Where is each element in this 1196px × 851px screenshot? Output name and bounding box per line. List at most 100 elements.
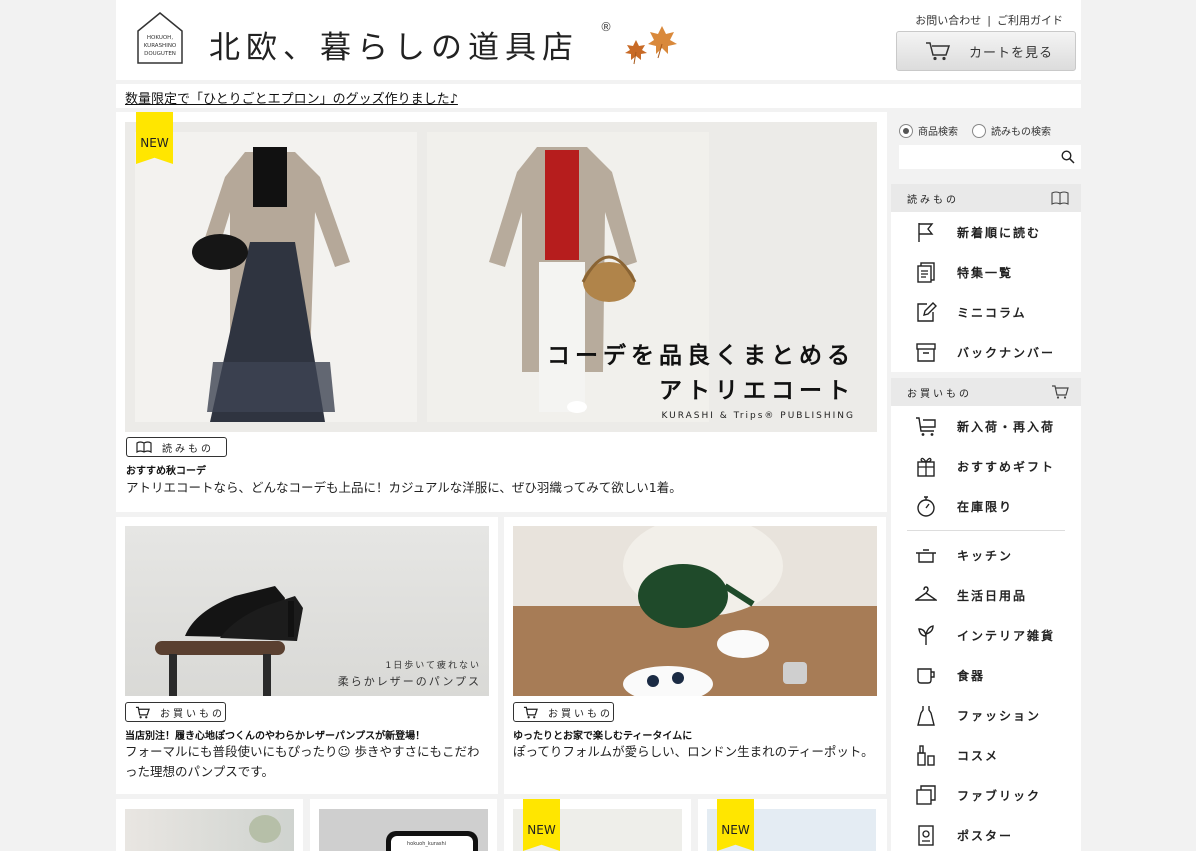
sidebar-item-latest[interactable]: 新着順に読む xyxy=(891,212,1081,252)
sidebar-item-limited-stock[interactable]: 在庫限り xyxy=(891,486,1081,526)
category-tag-shopping[interactable]: お買いもの xyxy=(125,702,226,722)
poster-icon xyxy=(918,825,934,846)
radio-label: 商品検索 xyxy=(918,127,958,138)
sidebar-item-poster[interactable]: ポスター xyxy=(891,815,1081,851)
page-frame: HOKUOH, KURASHINO DOUGUTEN 北欧、暮らしの道具店 ® … xyxy=(116,0,1081,851)
logo-text-1: HOKUOH, xyxy=(147,35,173,41)
sidebar-item-fashion[interactable]: ファッション xyxy=(891,695,1081,735)
guide-link[interactable]: ご利用ガイド xyxy=(997,14,1063,27)
feature-article-image[interactable]: コーデを品良くまとめる アトリエコート KURASHI & Trips® PUB… xyxy=(125,122,877,432)
search-type-articles[interactable]: 読みもの検索 xyxy=(972,123,1051,138)
documents-icon xyxy=(917,262,935,283)
stopwatch-icon xyxy=(917,496,935,517)
mug-icon xyxy=(917,668,935,684)
utility-links: お問い合わせ | ご利用ガイド xyxy=(915,12,1063,28)
search-icon[interactable] xyxy=(1061,150,1075,164)
new-badge-label: NEW xyxy=(721,823,750,837)
sidebar-item-back-numbers[interactable]: バックナンバー xyxy=(891,332,1081,372)
category-tag-label: 読みもの xyxy=(162,443,214,455)
sidebar-item-label: キッチン xyxy=(957,549,1014,563)
notice-bar: 数量限定で「ひとりごとエプロン」のグッズ作りました♪ xyxy=(116,84,1081,108)
edit-icon xyxy=(917,302,937,322)
link-separator: | xyxy=(987,14,991,27)
radio-selected-icon xyxy=(899,123,913,138)
sidebar-item-new-arrivals[interactable]: 新入荷・再入荷 xyxy=(891,406,1081,446)
sidebar-item-fabric[interactable]: ファブリック xyxy=(891,775,1081,815)
category-tag-label: お買いもの xyxy=(548,708,613,720)
article-thumbnail[interactable] xyxy=(125,809,294,851)
notice-link[interactable]: 数量限定で「ひとりごとエプロン」のグッズ作りました♪ xyxy=(125,88,458,107)
product-card-pumps[interactable]: 1日歩いて疲れない 柔らかレザーのパンプス お買いもの 当店別注！履き心地ぽつく… xyxy=(116,517,498,794)
sidebar-item-label: ミニコラム xyxy=(957,306,1027,320)
pot-icon xyxy=(916,549,936,563)
teapot-image[interactable] xyxy=(513,526,877,696)
sidebar-item-label: おすすめギフト xyxy=(957,460,1056,474)
reading-section-header: 読みもの xyxy=(891,184,1081,212)
sidebar-item-label: 新入荷・再入荷 xyxy=(957,420,1056,434)
sidebar-item-kitchen[interactable]: キッチン xyxy=(891,535,1081,575)
site-title[interactable]: 北欧、暮らしの道具店 xyxy=(209,22,579,67)
book-icon xyxy=(1051,191,1069,205)
sidebar-item-label: バックナンバー xyxy=(957,346,1056,360)
sidebar-item-tableware[interactable]: 食器 xyxy=(891,655,1081,695)
feature-caption-line-2: アトリエコート xyxy=(659,378,855,404)
teapot-description: ぽってりフォルムが愛らしい、ロンドン生まれのティーポット。 xyxy=(513,744,874,759)
article-card-bottom-2[interactable]: hokuoh_kurashi xyxy=(310,799,497,851)
feature-article-title[interactable]: おすすめ秋コーデ xyxy=(126,462,206,477)
new-arrival-cart-icon xyxy=(916,417,936,436)
search-type-products[interactable]: 商品検索 xyxy=(899,123,958,138)
sidebar-item-label: ファッション xyxy=(957,709,1042,723)
sidebar-item-interior[interactable]: インテリア雑貨 xyxy=(891,615,1081,655)
maple-leaves-icon xyxy=(622,22,678,66)
reading-menu: 新着順に読む 特集一覧 ミニコラム バックナンバー xyxy=(891,212,1081,372)
shopping-section-header: お買いもの xyxy=(891,378,1081,406)
sidebar-item-label: ファブリック xyxy=(957,789,1042,803)
view-cart-button[interactable]: カートを見る xyxy=(896,31,1076,71)
site-logo[interactable]: HOKUOH, KURASHINO DOUGUTEN xyxy=(136,11,184,65)
article-card-bottom-1[interactable] xyxy=(116,799,303,851)
new-badge-label: NEW xyxy=(140,136,169,150)
pumps-image[interactable]: 1日歩いて疲れない 柔らかレザーのパンプス xyxy=(125,526,489,696)
pumps-image-caption-1: 1日歩いて疲れない xyxy=(385,661,481,671)
sidebar-item-cosmetics[interactable]: コスメ xyxy=(891,735,1081,775)
hanger-icon xyxy=(915,586,937,601)
sidebar-divider xyxy=(907,530,1065,531)
pumps-title[interactable]: 当店別注！履き心地ぽつくんのやわらかレザーパンプスが新登場！ xyxy=(125,727,425,742)
fabric-icon xyxy=(916,785,936,805)
sidebar-item-gifts[interactable]: おすすめギフト xyxy=(891,446,1081,486)
contact-link[interactable]: お問い合わせ xyxy=(915,14,981,27)
cart-icon xyxy=(926,42,951,61)
book-icon xyxy=(136,441,152,453)
new-badge: NEW xyxy=(523,799,560,851)
pumps-description: フォーマルにも普段使いにもぴったり☺ 歩きやすさにもこだわった理想のパンプスです… xyxy=(125,744,480,779)
feature-caption-line-1: コーデを品良くまとめる xyxy=(547,343,855,369)
teapot-title[interactable]: ゆったりとお家で楽しむティータイムに xyxy=(513,727,692,742)
flag-icon xyxy=(918,223,934,242)
sidebar-item-features[interactable]: 特集一覧 xyxy=(891,252,1081,292)
sidebar-item-label: 在庫限り xyxy=(957,500,1014,514)
article-card-bottom-3[interactable]: NEW xyxy=(504,799,691,851)
article-thumbnail[interactable]: hokuoh_kurashi xyxy=(319,809,488,851)
cart-icon xyxy=(1052,385,1069,399)
search-type-selector: 商品検索 読みもの検索 xyxy=(899,123,1051,138)
feature-publisher: KURASHI & Trips® PUBLISHING xyxy=(661,411,855,421)
sidebar-item-mini-column[interactable]: ミニコラム xyxy=(891,292,1081,332)
archive-box-icon xyxy=(916,343,936,362)
feature-article-description: アトリエコートなら、どんなコーデも上品に！カジュアルな洋服に、ぜひ羽織ってみて欲… xyxy=(126,480,682,495)
feature-article-card[interactable]: コーデを品良くまとめる アトリエコート KURASHI & Trips® PUB… xyxy=(116,112,887,512)
view-cart-label: カートを見る xyxy=(969,45,1054,61)
search-input[interactable] xyxy=(899,145,1059,169)
category-tag-label: お買いもの xyxy=(160,708,225,720)
shopping-menu: 新入荷・再入荷 おすすめギフト 在庫限り キッチン 生活日用品 インテリア雑貨 … xyxy=(891,406,1081,851)
product-card-teapot[interactable]: お買いもの ゆったりとお家で楽しむティータイムに ぽってりフォルムが愛らしい、ロ… xyxy=(504,517,886,794)
article-card-bottom-4[interactable]: NEW xyxy=(698,799,887,851)
phone-screen-text: hokuoh_kurashi xyxy=(407,841,447,847)
sidebar-item-label: 新着順に読む xyxy=(957,226,1042,240)
sidebar-item-label: 食器 xyxy=(957,669,986,683)
sidebar-item-daily-goods[interactable]: 生活日用品 xyxy=(891,575,1081,615)
cosmetics-bottle-icon xyxy=(917,745,935,766)
category-tag-reading[interactable]: 読みもの xyxy=(126,437,227,457)
site-header: HOKUOH, KURASHINO DOUGUTEN 北欧、暮らしの道具店 ® … xyxy=(116,0,1081,80)
category-tag-shopping[interactable]: お買いもの xyxy=(513,702,614,722)
registered-mark: ® xyxy=(600,20,612,34)
